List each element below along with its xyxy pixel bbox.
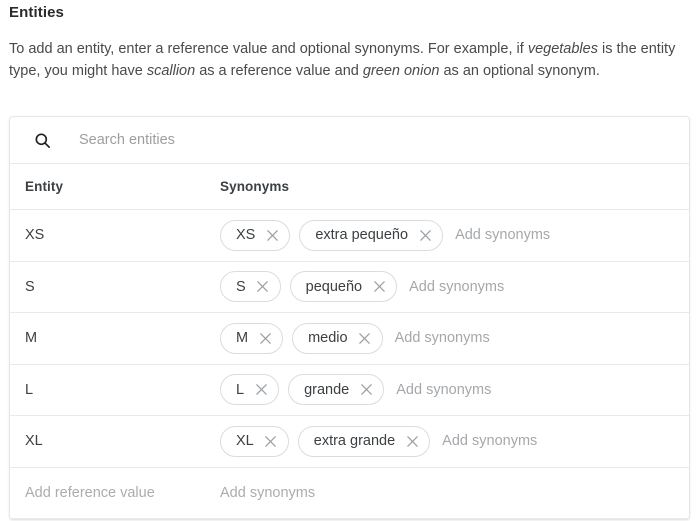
table-row[interactable]: M Mmedio Add synonyms	[10, 313, 689, 365]
entity-value[interactable]: XL	[10, 433, 220, 449]
description-text: To add an entity, enter a reference valu…	[9, 41, 528, 57]
table-row[interactable]: S Spequeño Add synonyms	[10, 262, 689, 313]
synonym-chip-label: M	[236, 330, 249, 346]
synonym-chip-label: XS	[236, 227, 256, 243]
synonym-chip[interactable]: extra pequeño	[299, 219, 444, 251]
synonyms-cell[interactable]: Spequeño Add synonyms	[220, 271, 689, 303]
description-emphasis: scallion	[146, 63, 196, 79]
entities-card: Entity Synonyms XS XS extra pequeño Add syn…	[9, 116, 690, 520]
table-body: XS XS extra pequeño Add synonyms S Spequeño Ad…	[10, 210, 689, 468]
synonym-chip[interactable]: XL	[220, 425, 289, 457]
add-synonyms-placeholder[interactable]: Add synonyms	[409, 279, 504, 295]
synonym-chip[interactable]: L	[220, 374, 280, 406]
page-title: Entities	[9, 4, 64, 21]
close-icon[interactable]	[264, 227, 280, 243]
synonym-chip-label: L	[236, 381, 245, 398]
table-row[interactable]: L Lgrande Add synonyms	[10, 365, 689, 416]
close-icon[interactable]	[253, 382, 269, 398]
synonyms-cell[interactable]: XL extra grande Add synonyms	[220, 425, 689, 457]
close-icon[interactable]	[371, 279, 387, 295]
add-synonyms-placeholder[interactable]: Add synonyms	[455, 227, 550, 243]
entity-value[interactable]: XS	[10, 227, 220, 243]
synonym-chip-label: pequeño	[305, 278, 363, 295]
add-reference-value-cell[interactable]: Add reference value	[10, 484, 220, 502]
synonyms-cell[interactable]: XS extra pequeño Add synonyms	[220, 219, 689, 251]
add-synonyms-placeholder[interactable]: Add synonyms	[395, 330, 490, 346]
synonym-chip-label: grande	[304, 381, 350, 398]
description-emphasis: vegetables	[527, 41, 598, 57]
search-icon	[32, 130, 52, 150]
synonym-chip[interactable]: extra grande	[297, 425, 431, 457]
close-icon[interactable]	[357, 330, 373, 346]
add-synonyms-cell[interactable]: Add synonyms	[220, 484, 689, 502]
table-row[interactable]: XS XS extra pequeño Add synonyms	[10, 210, 689, 262]
synonym-chip[interactable]: pequeño	[289, 271, 398, 303]
table-header: Entity Synonyms	[10, 164, 689, 210]
synonym-chip-label: XL	[236, 433, 254, 449]
search-input[interactable]	[79, 117, 689, 163]
add-entity-row[interactable]: Add reference value Add synonyms	[10, 468, 689, 519]
close-icon[interactable]	[404, 433, 420, 449]
close-icon[interactable]	[255, 279, 271, 295]
entity-value[interactable]: M	[10, 330, 220, 346]
synonym-chip-label: extra pequeño	[315, 227, 409, 243]
synonym-chip[interactable]: XS	[220, 219, 291, 251]
synonym-chip-label: medio	[308, 330, 348, 346]
search-bar[interactable]	[10, 117, 689, 164]
description-text: as an optional synonym.	[439, 63, 600, 79]
description-emphasis: green onion	[362, 63, 440, 79]
synonym-chip[interactable]: grande	[288, 374, 385, 406]
description-text: as a reference value and	[195, 63, 363, 79]
add-synonyms-placeholder[interactable]: Add synonyms	[442, 433, 537, 449]
close-icon[interactable]	[257, 330, 273, 346]
close-icon[interactable]	[263, 433, 279, 449]
synonym-chip-label: extra grande	[313, 433, 396, 449]
synonym-chip[interactable]: S	[220, 271, 281, 303]
synonym-chip[interactable]: medio	[292, 322, 383, 354]
entity-value[interactable]: L	[10, 382, 220, 398]
synonym-chip-label: S	[236, 278, 246, 295]
synonyms-cell[interactable]: Lgrande Add synonyms	[220, 374, 689, 406]
entity-value[interactable]: S	[10, 279, 220, 295]
table-row[interactable]: XL XL extra grande Add synonyms	[10, 416, 689, 468]
synonym-chip[interactable]: M	[220, 322, 284, 354]
entities-page: Entities To add an entity, enter a refer…	[0, 0, 696, 521]
add-synonyms-placeholder[interactable]: Add synonyms	[396, 382, 491, 398]
column-header-entity: Entity	[25, 179, 64, 194]
section-description: To add an entity, enter a reference valu…	[9, 38, 696, 82]
column-header-synonyms: Synonyms	[220, 179, 290, 194]
add-reference-value-placeholder: Add reference value	[25, 484, 155, 501]
add-synonyms-placeholder: Add synonyms	[220, 484, 316, 501]
close-icon[interactable]	[417, 227, 433, 243]
synonyms-cell[interactable]: Mmedio Add synonyms	[220, 322, 689, 354]
close-icon[interactable]	[358, 382, 374, 398]
